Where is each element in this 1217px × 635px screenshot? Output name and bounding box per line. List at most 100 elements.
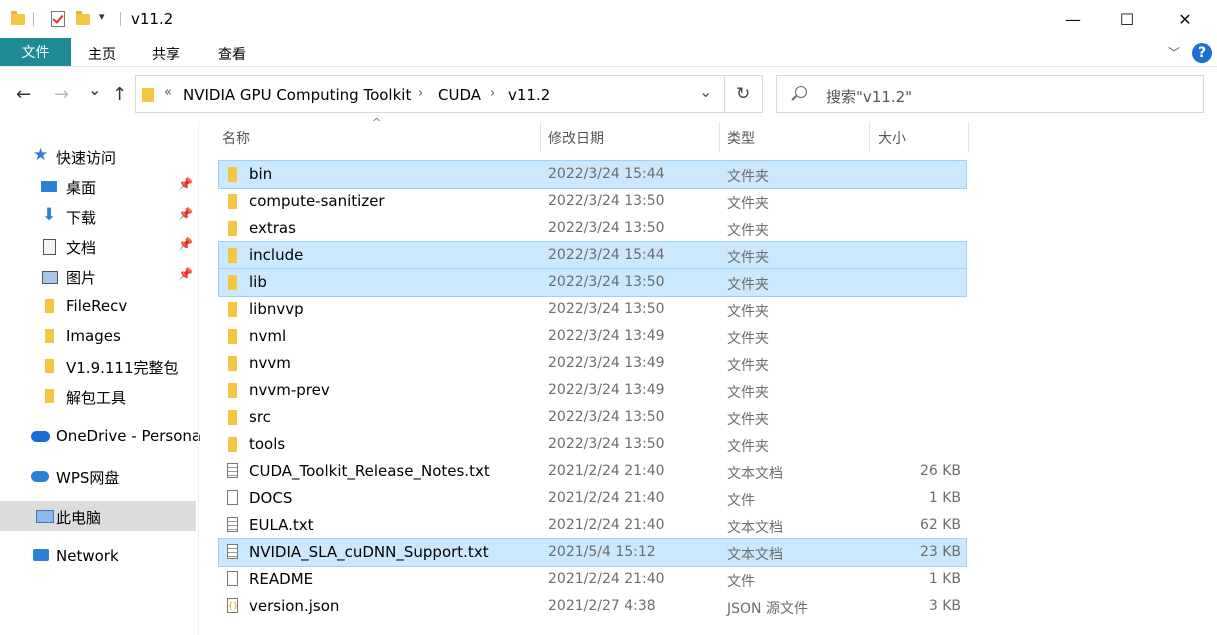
column-header-date[interactable]: 修改日期: [548, 128, 604, 148]
file-row[interactable]: CUDA_Toolkit_Release_Notes.txt 2021/2/24 …: [219, 458, 966, 485]
maximize-button[interactable]: ☐: [1104, 0, 1150, 38]
recent-locations-button[interactable]: ⌄: [88, 80, 101, 99]
file-row[interactable]: nvvm-prev 2022/3/24 13:49 文件夹: [219, 377, 966, 404]
minimize-button[interactable]: —: [1050, 0, 1096, 38]
file-icon: [227, 490, 238, 505]
file-type: 文件夹: [727, 277, 769, 293]
computer-icon: [36, 510, 54, 523]
divider[interactable]: [968, 122, 969, 152]
file-type: 文件夹: [727, 412, 769, 428]
folder-icon: [142, 88, 154, 102]
sidebar-item[interactable]: 此电脑: [0, 501, 196, 531]
tab-home[interactable]: 主页: [88, 44, 116, 64]
tab-file[interactable]: 文件: [0, 38, 71, 66]
file-type: 文件夹: [727, 439, 769, 455]
tab-share[interactable]: 共享: [152, 44, 180, 64]
folder-icon: [228, 302, 237, 317]
sidebar-item[interactable]: ★ 快速访问: [0, 141, 196, 171]
file-type: 文本文档: [727, 520, 783, 536]
file-name: lib: [249, 273, 267, 291]
file-name: src: [249, 408, 271, 426]
sidebar-item[interactable]: OneDrive - Persona: [0, 421, 201, 451]
file-date: 2022/3/24 13:49: [548, 382, 665, 398]
help-icon[interactable]: ?: [1192, 43, 1212, 63]
window-title: v11.2: [131, 10, 174, 28]
expand-ribbon-chevron-icon[interactable]: ﹀: [1168, 44, 1180, 61]
file-row[interactable]: EULA.txt 2021/2/24 21:40 文本文档 62 KB: [219, 512, 966, 539]
pin-icon[interactable]: 📌: [178, 237, 193, 251]
pin-icon[interactable]: 📌: [178, 267, 193, 281]
file-row[interactable]: lib 2022/3/24 13:50 文件夹: [218, 268, 967, 297]
file-type: 文件夹: [727, 196, 769, 212]
folder-icon: [228, 410, 237, 425]
pin-icon[interactable]: 📌: [178, 177, 193, 191]
sidebar-item-label: 桌面: [66, 179, 97, 197]
file-row[interactable]: nvvm 2022/3/24 13:49 文件夹: [219, 350, 966, 377]
file-type: 文件夹: [727, 304, 769, 320]
sidebar-item[interactable]: 文档 📌: [0, 231, 196, 261]
file-row[interactable]: include 2022/3/24 15:44 文件夹: [218, 241, 967, 270]
forward-button[interactable]: →: [54, 84, 69, 105]
up-button[interactable]: ↑: [112, 84, 127, 105]
properties-check-icon[interactable]: [51, 11, 65, 27]
divider[interactable]: [869, 122, 870, 152]
column-header-size[interactable]: 大小: [878, 128, 906, 148]
breadcrumb-separator[interactable]: ›: [418, 86, 423, 101]
file-row[interactable]: nvml 2022/3/24 13:49 文件夹: [219, 323, 966, 350]
close-button[interactable]: ✕: [1162, 0, 1208, 38]
file-row[interactable]: compute-sanitizer 2022/3/24 13:50 文件夹: [219, 188, 966, 215]
file-row[interactable]: bin 2022/3/24 15:44 文件夹: [218, 160, 967, 189]
sidebar-item[interactable]: 解包工具: [0, 381, 196, 411]
file-size: 1 KB: [928, 571, 961, 587]
breadcrumb-nvidia-gpu-computing-toolkit[interactable]: NVIDIA GPU Computing Toolkit: [183, 86, 411, 104]
sidebar-item[interactable]: 桌面 📌: [0, 171, 196, 201]
file-row[interactable]: {} version.json 2021/2/27 4:38 JSON 源文件 3 KB: [219, 593, 966, 620]
column-header-type[interactable]: 类型: [727, 128, 755, 148]
pin-icon[interactable]: 📌: [178, 207, 193, 221]
sidebar-item-label: WPS网盘: [56, 469, 120, 487]
new-folder-icon[interactable]: [76, 11, 90, 25]
file-date: 2021/2/24 21:40: [548, 517, 665, 533]
file-row[interactable]: libnvvp 2022/3/24 13:50 文件夹: [219, 296, 966, 323]
document-icon: [43, 239, 56, 255]
sidebar-item[interactable]: WPS网盘: [0, 461, 196, 491]
breadcrumb-cuda[interactable]: CUDA: [438, 86, 481, 104]
refresh-button[interactable]: ↻: [736, 84, 750, 104]
sidebar-item[interactable]: Images: [0, 321, 196, 351]
file-date: 2022/3/24 13:49: [548, 328, 665, 344]
file-row[interactable]: README 2021/2/24 21:40 文件 1 KB: [219, 566, 966, 593]
back-button[interactable]: ←: [16, 84, 31, 105]
file-row[interactable]: tools 2022/3/24 13:50 文件夹: [219, 431, 966, 458]
file-type: JSON 源文件: [727, 601, 808, 617]
folder-icon: [228, 356, 237, 371]
folder-icon: [11, 11, 25, 25]
file-size: 26 KB: [919, 463, 961, 479]
folder-icon: [228, 437, 237, 452]
file-date: 2022/3/24 13:50: [548, 193, 665, 209]
sidebar-item[interactable]: FileRecv: [0, 291, 196, 321]
sidebar-item[interactable]: 图片 📌: [0, 261, 196, 291]
file-type: 文件: [727, 574, 755, 590]
file-date: 2022/3/24 15:44: [548, 247, 665, 263]
file-row[interactable]: src 2022/3/24 13:50 文件夹: [219, 404, 966, 431]
folder-icon: [228, 329, 237, 344]
sidebar-item[interactable]: V1.9.111完整包: [0, 351, 196, 381]
tab-view[interactable]: 查看: [218, 44, 246, 64]
text-file-icon: [227, 544, 238, 559]
quick-access-toolbar-caret-icon[interactable]: ▾: [99, 10, 105, 23]
breadcrumb-overflow[interactable]: «: [164, 85, 172, 100]
file-row[interactable]: DOCS 2021/2/24 21:40 文件 1 KB: [219, 485, 966, 512]
divider[interactable]: [540, 122, 541, 152]
sidebar-item[interactable]: Network: [0, 541, 196, 571]
divider[interactable]: [719, 122, 720, 152]
breadcrumb-separator[interactable]: ›: [490, 86, 495, 101]
sidebar-item[interactable]: ⬇ 下载 📌: [0, 201, 196, 231]
file-row[interactable]: NVIDIA_SLA_cuDNN_Support.txt 2021/5/4 15:…: [218, 538, 967, 567]
file-type: 文件夹: [727, 358, 769, 374]
breadcrumb-v11-2[interactable]: v11.2: [508, 86, 550, 104]
file-row[interactable]: extras 2022/3/24 13:50 文件夹: [219, 215, 966, 242]
file-size: 62 KB: [919, 517, 961, 533]
column-header-name[interactable]: 名称: [222, 128, 250, 148]
file-type: 文件夹: [727, 169, 769, 185]
address-dropdown-icon[interactable]: ⌄: [699, 82, 712, 101]
